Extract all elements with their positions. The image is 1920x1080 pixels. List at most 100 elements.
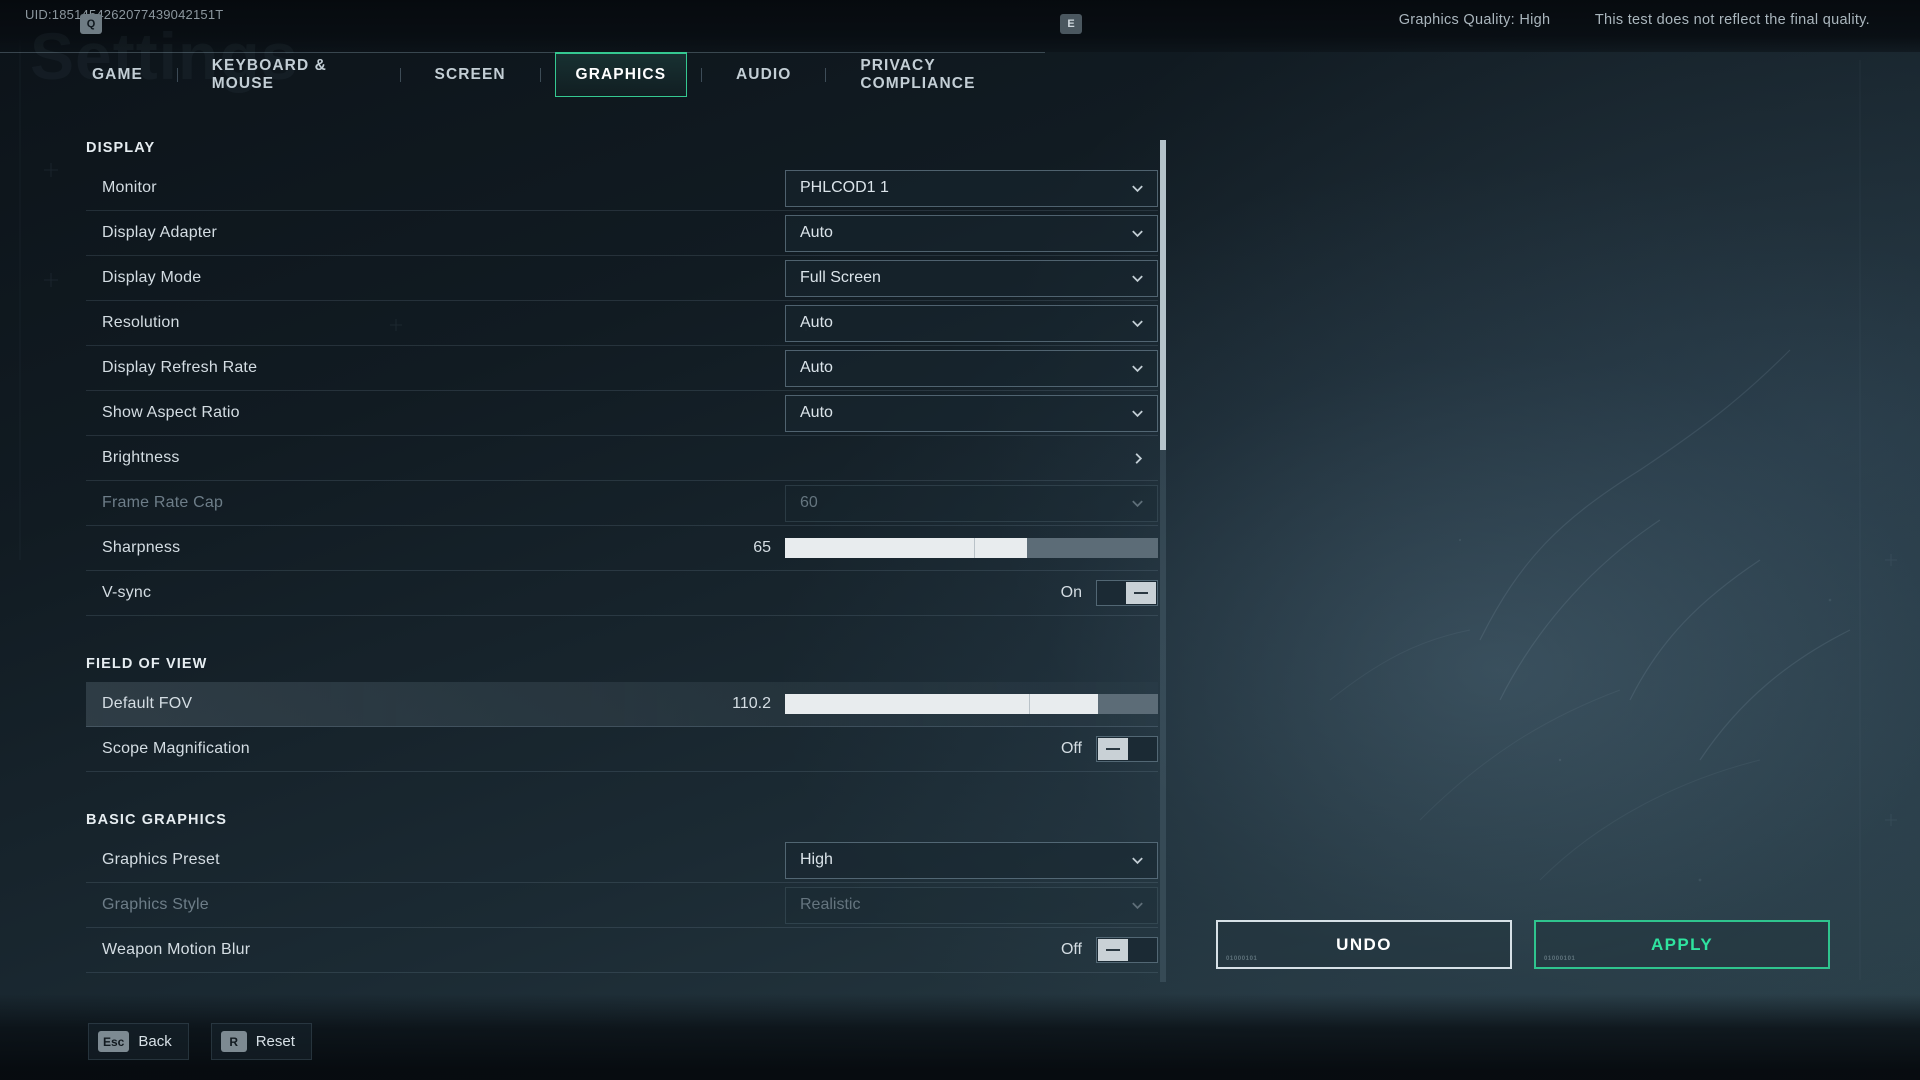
dropdown-value-resolution: Auto (800, 314, 833, 331)
apply-button-decoration: 01000101 (1544, 956, 1576, 962)
slider-control-default-fov[interactable]: 110.2 (727, 694, 1158, 714)
toggle-knob (1098, 738, 1128, 760)
setting-row-resolution[interactable]: Resolution Auto (86, 301, 1158, 346)
slider-notch (974, 538, 976, 558)
tab-audio[interactable]: AUDIO (716, 53, 811, 97)
dropdown-graphics-preset[interactable]: High (785, 841, 1158, 879)
slider-value-default-fov: 110.2 (732, 695, 771, 712)
scrollbar-thumb[interactable] (1160, 140, 1166, 450)
action-button-row: UNDO 01000101 APPLY 01000101 (1216, 920, 1830, 969)
toggle-control-weapon-motion-blur[interactable]: Off (1038, 937, 1158, 963)
slider-fill-default-fov (785, 694, 1099, 714)
setting-label-brightness: Brightness (102, 449, 180, 466)
r-key-icon: R (220, 1031, 247, 1052)
dropdown-display-mode[interactable]: Full Screen (785, 259, 1158, 297)
tab-separator (701, 68, 703, 82)
slider-notch (1029, 694, 1031, 714)
setting-row-scope-magnification[interactable]: Scope Magnification Off (86, 727, 1158, 772)
settings-group-display: Monitor PHLCOD1 1 Display Adapter Auto Displ… (0, 166, 1175, 616)
slider-track-default-fov[interactable] (785, 694, 1158, 714)
setting-label-graphics-preset: Graphics Preset (102, 851, 220, 868)
slider-track-sharpness[interactable] (785, 538, 1158, 558)
chevron-down-icon (1130, 496, 1145, 511)
setting-label-resolution: Resolution (102, 314, 180, 331)
tab-separator (176, 68, 178, 82)
setting-row-display-adapter[interactable]: Display Adapter Auto (86, 211, 1158, 256)
setting-row-graphics-style: Graphics Style Realistic (86, 883, 1158, 928)
tab-privacy-compliance[interactable]: PRIVACY COMPLIANCE (840, 53, 1045, 97)
settings-panel: DISPLAY Monitor PHLCOD1 1 Display Adapter A… (0, 140, 1175, 980)
chevron-down-icon (1130, 271, 1145, 286)
reset-button[interactable]: R Reset (210, 1023, 312, 1060)
dropdown-value-monitor: PHLCOD1 1 (800, 179, 889, 196)
setting-row-brightness[interactable]: Brightness (86, 436, 1158, 481)
setting-label-frame-rate-cap: Frame Rate Cap (102, 494, 224, 511)
settings-tab-bar: GAME KEYBOARD & MOUSE SCREEN GRAPHICS AUDIO P… (0, 52, 1045, 97)
toggle-knob (1126, 582, 1156, 604)
dropdown-graphics-style: Realistic (785, 886, 1158, 924)
setting-label-sharpness: Sharpness (102, 539, 181, 556)
undo-button-decoration: 01000101 (1226, 956, 1258, 962)
setting-label-default-fov: Default FOV (102, 695, 193, 712)
dropdown-show-aspect-ratio[interactable]: Auto (785, 394, 1158, 432)
toggle-switch-scope-magnification[interactable] (1096, 736, 1158, 762)
next-tab-key-hint[interactable]: E (1060, 14, 1082, 34)
setting-row-sharpness[interactable]: Sharpness 65 (86, 526, 1158, 571)
toggle-knob (1098, 939, 1128, 961)
settings-screen: UID:1851454262077439042151T Graphics Qua… (0, 0, 1920, 1080)
slider-control-sharpness[interactable]: 65 (727, 538, 1158, 558)
chevron-down-icon (1130, 406, 1145, 421)
dropdown-display-adapter[interactable]: Auto (785, 214, 1158, 252)
group-title-basic-graphics: BASIC GRAPHICS (86, 812, 228, 828)
tab-screen[interactable]: SCREEN (415, 53, 526, 97)
slider-fill-sharpness (785, 538, 1028, 558)
tab-game[interactable]: GAME (72, 53, 163, 97)
tab-separator (825, 68, 827, 82)
tab-graphics[interactable]: GRAPHICS (554, 52, 688, 97)
settings-scrollbar[interactable] (1160, 140, 1166, 982)
setting-label-display-adapter: Display Adapter (102, 224, 218, 241)
dropdown-resolution[interactable]: Auto (785, 304, 1158, 342)
test-disclaimer-text: This test does not reflect the final qua… (1594, 12, 1870, 28)
chevron-down-icon (1130, 226, 1145, 241)
setting-row-monitor[interactable]: Monitor PHLCOD1 1 (86, 166, 1158, 211)
footer-bar: Esc Back R Reset (0, 994, 1920, 1080)
tab-keyboard-mouse[interactable]: KEYBOARD & MOUSE (192, 53, 386, 97)
toggle-switch-weapon-motion-blur[interactable] (1096, 937, 1158, 963)
chevron-down-icon (1130, 361, 1145, 376)
toggle-state-v-sync: On (1060, 584, 1082, 601)
apply-button[interactable]: APPLY 01000101 (1534, 920, 1830, 969)
setting-label-display-mode: Display Mode (102, 269, 202, 286)
undo-button-label: UNDO (1336, 934, 1392, 954)
setting-row-default-fov[interactable]: Default FOV 110.2 (86, 682, 1158, 727)
toggle-control-scope-magnification[interactable]: Off (1038, 736, 1158, 762)
dropdown-monitor[interactable]: PHLCOD1 1 (785, 169, 1158, 207)
setting-row-display-refresh-rate[interactable]: Display Refresh Rate Auto (86, 346, 1158, 391)
chevron-down-icon (1130, 316, 1145, 331)
submenu-open-brightness[interactable] (785, 440, 1158, 477)
toggle-control-v-sync[interactable]: On (1038, 580, 1158, 606)
group-title-field-of-view: FIELD OF VIEW (86, 656, 208, 672)
toggle-switch-v-sync[interactable] (1096, 580, 1158, 606)
setting-row-graphics-preset[interactable]: Graphics Preset High (86, 838, 1158, 883)
setting-row-weapon-motion-blur[interactable]: Weapon Motion Blur Off (86, 928, 1158, 973)
setting-label-display-refresh-rate: Display Refresh Rate (102, 359, 258, 376)
prev-tab-key-hint[interactable]: Q (80, 14, 102, 34)
chevron-down-icon (1130, 181, 1145, 196)
dropdown-frame-rate-cap: 60 (785, 484, 1158, 522)
dropdown-value-display-adapter: Auto (800, 224, 833, 241)
chevron-down-icon (1130, 853, 1145, 868)
setting-row-show-aspect-ratio[interactable]: Show Aspect Ratio Auto (86, 391, 1158, 436)
setting-row-v-sync[interactable]: V-sync On (86, 571, 1158, 616)
undo-button[interactable]: UNDO 01000101 (1216, 920, 1512, 969)
dropdown-display-refresh-rate[interactable]: Auto (785, 349, 1158, 387)
back-button[interactable]: Esc Back (88, 1023, 189, 1060)
toggle-state-scope-magnification: Off (1060, 740, 1082, 757)
setting-label-weapon-motion-blur: Weapon Motion Blur (102, 941, 251, 958)
toggle-state-weapon-motion-blur: Off (1060, 941, 1082, 958)
setting-label-monitor: Monitor (102, 179, 157, 196)
setting-label-scope-magnification: Scope Magnification (102, 740, 250, 757)
settings-group-basic-graphics: Graphics Preset High Graphics Style Realist… (0, 838, 1175, 973)
slider-value-sharpness: 65 (753, 539, 771, 556)
setting-row-display-mode[interactable]: Display Mode Full Screen (86, 256, 1158, 301)
